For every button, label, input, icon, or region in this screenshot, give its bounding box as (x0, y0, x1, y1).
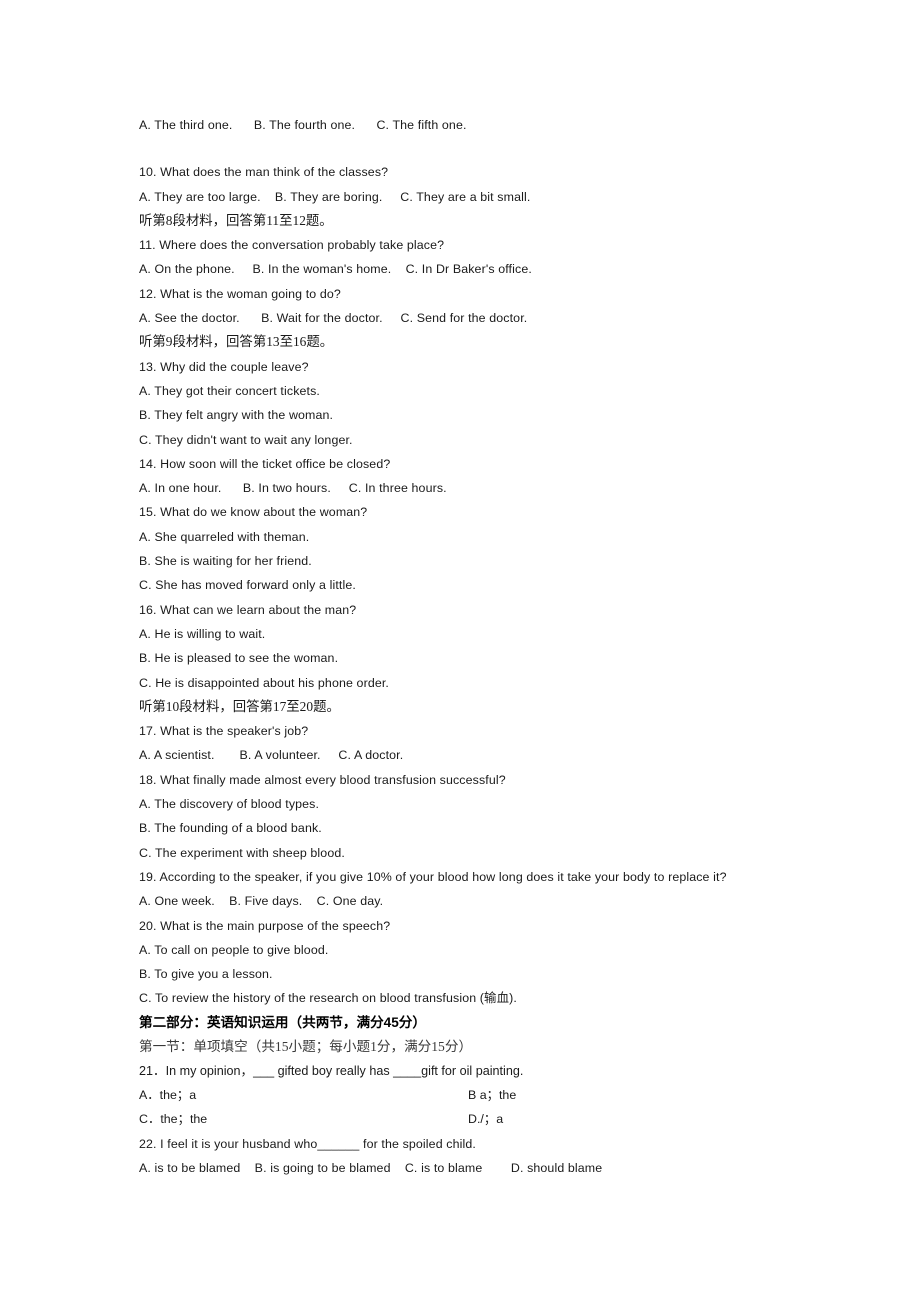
question-15-stem: 15. What do we know about the woman? (139, 505, 368, 520)
question-13-option-a: A. They got their concert tickets. (139, 383, 320, 398)
listening-instruction-material-8: 听第8段材料，回答第11至12题。 (139, 212, 333, 228)
part-two-heading: 第二部分：英语知识运用（共两节，满分45分） (139, 1014, 426, 1030)
question-15-option-c: C. She has moved forward only a little. (139, 578, 356, 593)
question-18-stem: 18. What finally made almost every blood… (139, 772, 506, 787)
question-16-option-b: B. He is pleased to see the woman. (139, 651, 339, 666)
question-20-option-b: B. To give you a lesson. (139, 967, 273, 982)
question-12-options: A. See the doctor. B. Wait for the docto… (139, 311, 528, 326)
question-10-stem: 10. What does the man think of the class… (139, 165, 389, 180)
question-21-option-d: D./；a (468, 1112, 504, 1127)
question-21-option-b: B a；the (468, 1087, 517, 1102)
question-16-option-a: A. He is willing to wait. (139, 626, 266, 641)
question-17-stem: 17. What is the speaker's job? (139, 724, 309, 739)
exam-body: A. The third one. B. The fourth one. C. … (139, 113, 839, 1180)
question-16-option-c: C. He is disappointed about his phone or… (139, 675, 389, 690)
question-17-options: A. A scientist. B. A volunteer. C. A doc… (139, 748, 404, 763)
question-21-option-c: C．the；the (139, 1112, 208, 1127)
question-22-options: A. is to be blamed B. is going to be bla… (139, 1160, 603, 1175)
question-13-stem: 13. Why did the couple leave? (139, 359, 309, 374)
question-20-option-a: A. To call on people to give blood. (139, 942, 329, 957)
question-15-option-b: B. She is waiting for her friend. (139, 554, 312, 569)
question-15-option-a: A. She quarreled with theman. (139, 529, 310, 544)
question-21-stem: 21．In my opinion，___ gifted boy really h… (139, 1063, 524, 1078)
question-16-stem: 16. What can we learn about the man? (139, 602, 357, 617)
question-12-stem: 12. What is the woman going to do? (139, 286, 341, 301)
question-10-options: A. They are too large. B. They are borin… (139, 189, 531, 204)
question-19-options: A. One week. B. Five days. C. One day. (139, 894, 384, 909)
question-14-options: A. In one hour. B. In two hours. C. In t… (139, 481, 447, 496)
section-one-instruction: 第一节：单项填空（共15小题；每小题1分，满分15分） (139, 1038, 473, 1054)
question-21-option-a: A．the；a (139, 1087, 197, 1102)
question-9-options: A. The third one. B. The fourth one. C. … (139, 118, 467, 132)
question-11-stem: 11. Where does the conversation probably… (139, 238, 445, 253)
question-14-stem: 14. How soon will the ticket office be c… (139, 456, 391, 471)
question-13-option-b: B. They felt angry with the woman. (139, 408, 334, 423)
question-18-option-b: B. The founding of a blood bank. (139, 821, 322, 836)
question-11-options: A. On the phone. B. In the woman's home.… (139, 262, 532, 277)
question-18-option-c: C. The experiment with sheep blood. (139, 845, 345, 860)
question-22-stem: 22. I feel it is your husband who______ … (139, 1136, 476, 1151)
question-21-options-row-2: C．the；the D./；a (139, 1107, 839, 1131)
question-21-options-row-1: A．the；a B a；the (139, 1083, 839, 1107)
exam-page: A. The third one. B. The fourth one. C. … (0, 0, 920, 1302)
question-20-stem: 20. What is the main purpose of the spee… (139, 918, 391, 933)
listening-instruction-material-10: 听第10段材料，回答第17至20题。 (139, 698, 340, 714)
question-18-option-a: A. The discovery of blood types. (139, 797, 320, 812)
listening-instruction-material-9: 听第9段材料，回答第13至16题。 (139, 334, 334, 350)
question-19-stem: 19. According to the speaker, if you giv… (139, 869, 727, 884)
question-20-option-c: C. To review the history of the research… (139, 991, 517, 1006)
question-13-option-c: C. They didn't want to wait any longer. (139, 432, 353, 447)
